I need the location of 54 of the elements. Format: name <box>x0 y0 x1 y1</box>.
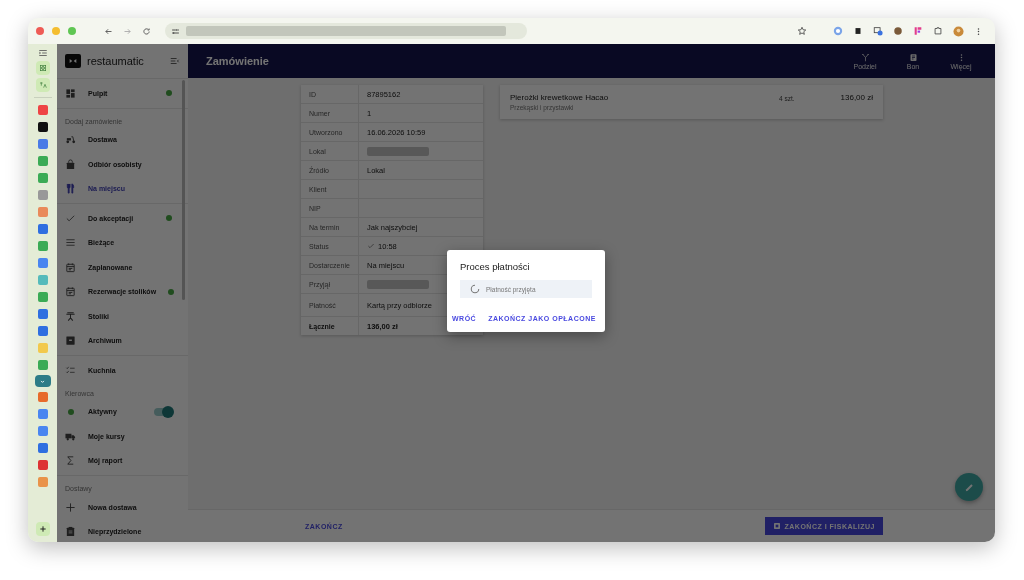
status-dot <box>67 408 74 415</box>
profile-avatar-icon <box>953 25 964 37</box>
fiscal-icon <box>772 522 781 530</box>
plus-icon <box>65 501 76 513</box>
check-icon <box>65 212 76 224</box>
pinned-tab[interactable] <box>35 78 50 92</box>
split-icon <box>860 52 870 62</box>
maximize-window-button[interactable] <box>68 27 76 35</box>
scooter-icon <box>65 134 76 146</box>
calendar-icon <box>65 286 76 298</box>
forward-arrow-icon <box>123 26 132 36</box>
blurred-value <box>367 279 429 289</box>
clipboard-icon <box>65 526 76 538</box>
reload-icon <box>142 26 151 36</box>
dialog-title: Proces płatności <box>460 261 531 272</box>
calendar-icon <box>65 261 76 273</box>
chevron-icon <box>39 377 46 385</box>
logo-text: restaumatic <box>87 55 145 67</box>
close-window-button[interactable] <box>36 27 44 35</box>
item-price: 136,00 zł <box>839 93 873 102</box>
blurred-value <box>367 146 429 156</box>
minimize-window-button[interactable] <box>52 27 60 35</box>
checklist-icon <box>65 364 76 376</box>
toggle-switch[interactable] <box>154 407 172 416</box>
item-name: Pierożki krewetkowe Hacao <box>510 93 610 102</box>
pinned-tab[interactable] <box>35 61 50 75</box>
plus-icon <box>38 525 47 533</box>
extension-icon <box>893 26 903 36</box>
check-icon <box>367 242 375 250</box>
tab-group-button[interactable] <box>34 375 51 387</box>
cutlery-icon <box>65 183 76 195</box>
sigma-icon <box>65 455 76 467</box>
address-bar[interactable] <box>165 23 527 39</box>
new-tab-button[interactable] <box>35 522 50 536</box>
site-settings-icon <box>171 26 180 36</box>
sidebar-toggle-icon <box>37 48 48 58</box>
table-icon <box>65 310 76 322</box>
back-arrow-icon <box>104 26 113 36</box>
dashboard-icon <box>65 87 76 99</box>
bag-icon <box>65 158 76 170</box>
spinner-icon <box>470 284 480 294</box>
translate-icon <box>38 81 47 89</box>
tab-favicon[interactable] <box>37 122 48 132</box>
pencil-icon <box>963 481 975 493</box>
extension-icon <box>913 26 923 36</box>
grid-icon <box>38 64 47 72</box>
list-icon <box>65 237 76 249</box>
collapse-menu-icon <box>169 56 180 66</box>
extension-icon <box>873 26 883 36</box>
page-title: Zamówienie <box>206 55 270 67</box>
archive-icon <box>65 335 76 347</box>
puzzle-icon <box>933 26 943 36</box>
receipt-icon <box>908 52 918 62</box>
bookmark-star-icon <box>797 26 807 36</box>
